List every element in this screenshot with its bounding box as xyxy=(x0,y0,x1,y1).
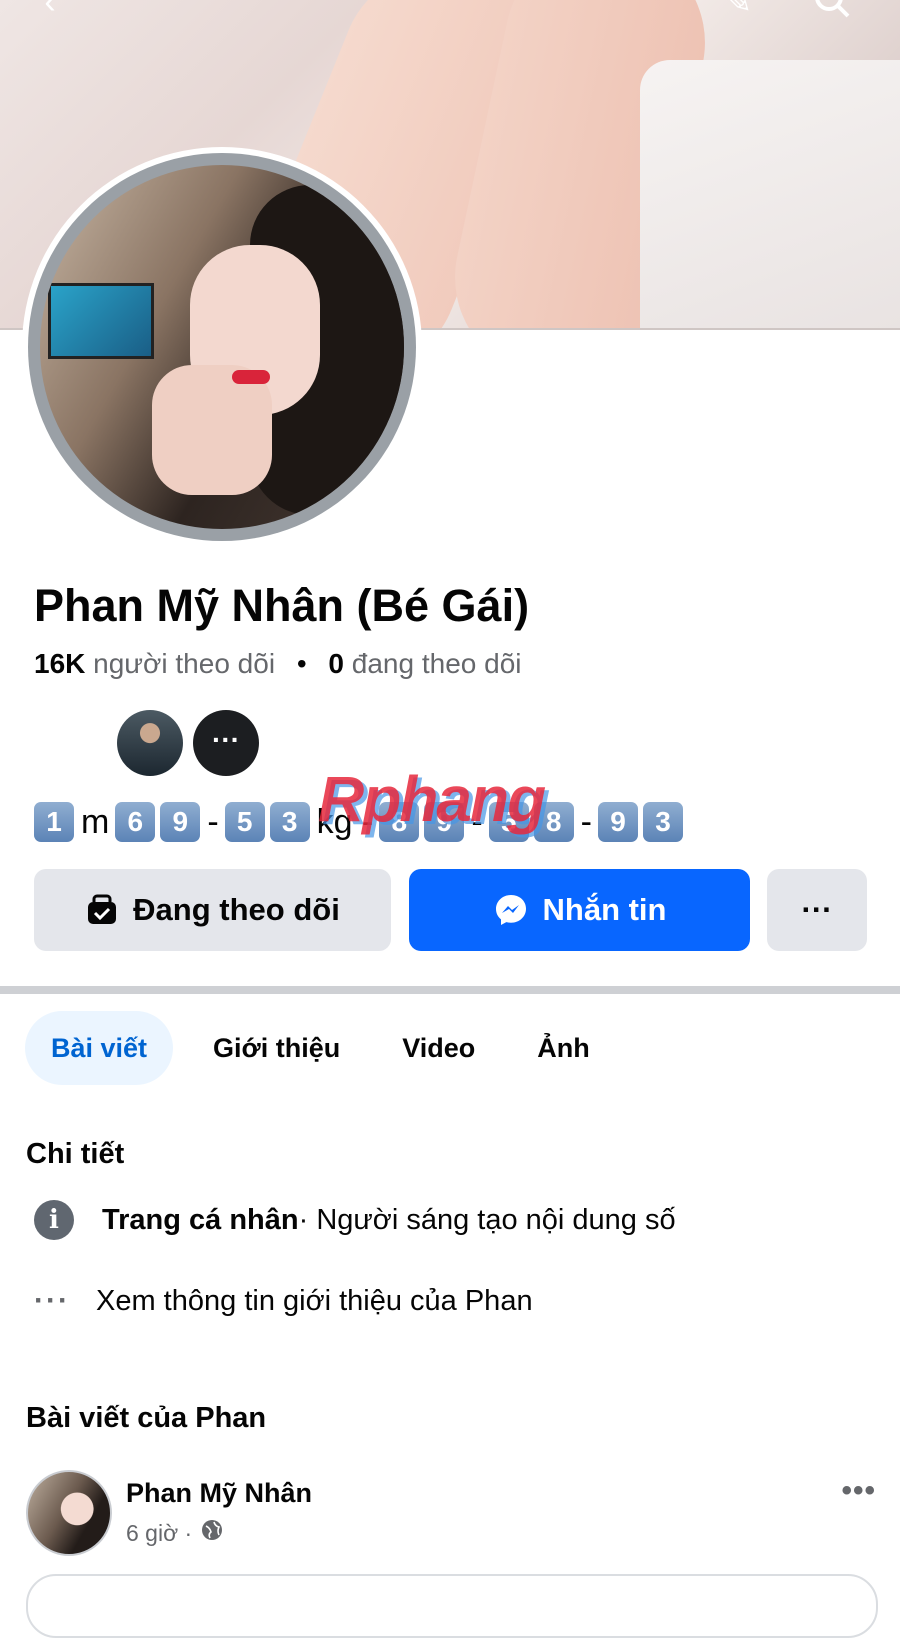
edit-icon[interactable]: ✎ xyxy=(718,0,758,22)
post-author-avatar[interactable] xyxy=(26,1470,112,1556)
tab-photos[interactable]: Ảnh xyxy=(515,1011,611,1085)
post-more-icon[interactable]: ••• xyxy=(841,1474,876,1508)
more-actions-button[interactable]: ··· xyxy=(767,869,867,951)
profile-name: Phan Mỹ Nhân (Bé Gái) xyxy=(34,580,530,631)
following-button-label: Đang theo dõi xyxy=(133,892,340,927)
bio-keycap: 6 xyxy=(115,802,156,842)
see-about-row[interactable]: ··· Xem thông tin giới thiệu của Phan xyxy=(34,1284,533,1318)
post-header: Phan Mỹ Nhân 6 giờ · ••• xyxy=(26,1470,876,1556)
info-icon: i xyxy=(34,1200,74,1240)
profile-avatar[interactable] xyxy=(22,147,422,547)
tab-posts[interactable]: Bài viết xyxy=(25,1011,174,1085)
stats-separator: • xyxy=(296,648,307,679)
bio-text: - xyxy=(580,802,592,841)
bio-keycap: 9 xyxy=(160,802,201,842)
following-button[interactable]: Đang theo dõi xyxy=(34,869,391,951)
globe-icon xyxy=(200,1518,224,1548)
more-dots-icon: ··· xyxy=(34,1284,70,1317)
more-dots-icon: ··· xyxy=(801,892,833,927)
post-meta: 6 giờ · xyxy=(126,1518,224,1548)
follow-stats[interactable]: 16K người theo dõi • 0 đang theo dõi xyxy=(34,648,522,680)
profile-type-row: i Trang cá nhân · Người sáng tạo nội dun… xyxy=(34,1200,676,1240)
bio-keycap: 5 xyxy=(224,802,265,842)
message-button[interactable]: Nhắn tin xyxy=(409,869,750,951)
details-title: Chi tiết xyxy=(26,1138,125,1170)
profile-tabs: Bài viết Giới thiệu Video Ảnh xyxy=(25,1011,630,1085)
follow-check-icon xyxy=(85,893,119,927)
cover-photo-detail xyxy=(640,60,900,330)
bio-keycap: 3 xyxy=(269,802,310,842)
mutual-friend-avatar[interactable] xyxy=(117,710,183,776)
back-icon[interactable]: ‹ xyxy=(30,0,70,22)
post-time: 6 giờ · xyxy=(126,1519,193,1546)
bio-text: m xyxy=(81,802,110,841)
post-preview-box xyxy=(26,1574,878,1638)
tab-about[interactable]: Giới thiệu xyxy=(191,1011,362,1085)
post-author-name[interactable]: Phan Mỹ Nhân xyxy=(126,1478,312,1509)
see-about-link[interactable]: Xem thông tin giới thiệu của Phan xyxy=(96,1285,533,1318)
profile-category: · Người sáng tạo nội dung số xyxy=(298,1203,676,1236)
following-count: 0 xyxy=(328,648,344,679)
message-button-label: Nhắn tin xyxy=(542,892,667,927)
search-icon[interactable] xyxy=(812,0,852,22)
profile-type-label: Trang cá nhân xyxy=(102,1203,299,1236)
tab-video[interactable]: Video xyxy=(380,1011,497,1085)
more-mutual-icon[interactable]: ··· xyxy=(193,710,259,776)
messenger-icon xyxy=(493,892,529,928)
watermark: Rphang xyxy=(318,763,546,835)
profile-picture xyxy=(40,165,404,529)
bio-keycap: 1 xyxy=(34,802,74,842)
bio-keycap: 3 xyxy=(643,802,683,842)
followers-label: người theo dõi xyxy=(93,648,276,679)
bio-text: - xyxy=(207,802,219,841)
posts-title: Bài viết của Phan xyxy=(26,1402,267,1434)
followers-count: 16K xyxy=(34,648,86,679)
following-label: đang theo dõi xyxy=(351,648,522,679)
section-divider xyxy=(0,986,900,994)
bio-keycap: 9 xyxy=(598,802,638,842)
